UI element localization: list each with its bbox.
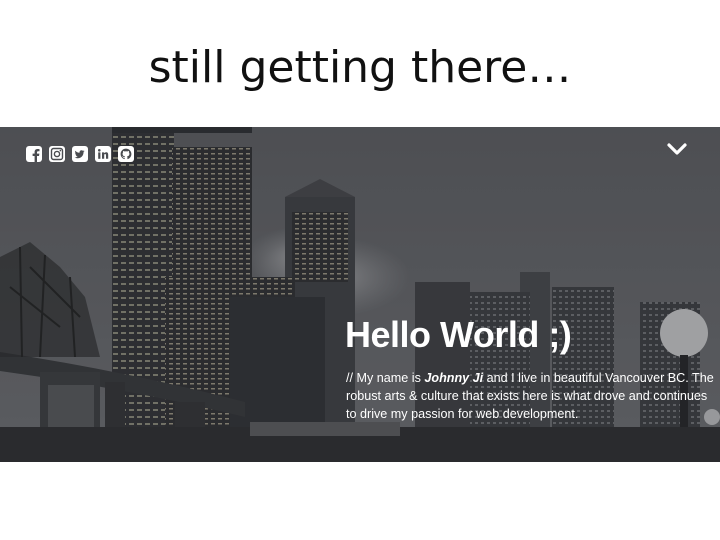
linkedin-icon[interactable]	[95, 146, 111, 162]
social-links	[26, 146, 134, 162]
hero-heading: Hello World ;)	[345, 314, 572, 355]
hero-intro-text: // My name is Johnny Ji and I live in be…	[346, 369, 714, 423]
author-name: Johnny Ji	[424, 371, 484, 385]
facebook-icon[interactable]	[26, 146, 42, 162]
chevron-down-icon[interactable]	[666, 141, 688, 157]
intro-prefix: // My name is	[346, 371, 425, 385]
twitter-icon[interactable]	[72, 146, 88, 162]
slide-title: still getting there…	[148, 42, 572, 93]
github-icon[interactable]	[118, 146, 134, 162]
instagram-icon[interactable]	[49, 146, 65, 162]
presentation-slide: still getting there… Hello World ;) // M…	[0, 0, 720, 540]
website-screenshot: Hello World ;) // My name is Johnny Ji a…	[0, 127, 720, 462]
